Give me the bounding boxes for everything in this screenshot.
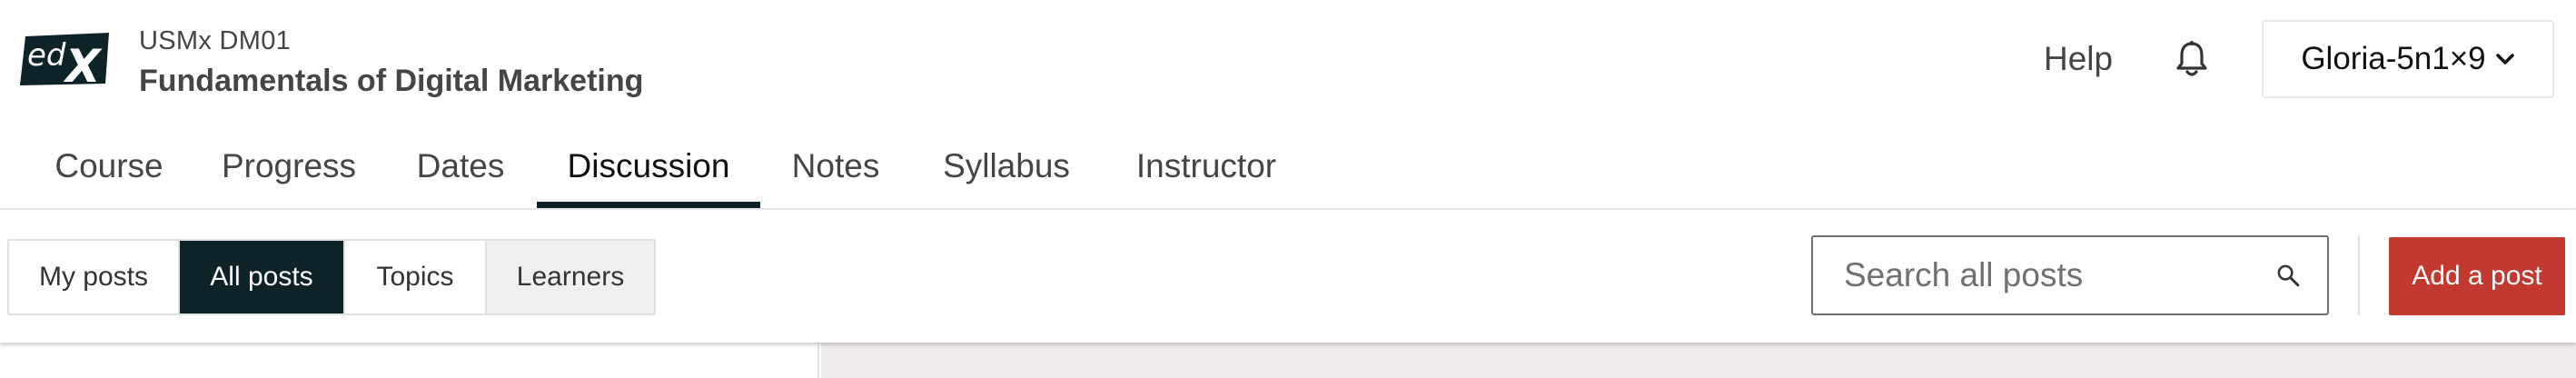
- edx-logo[interactable]: ed X: [18, 31, 113, 87]
- course-heading: USMx DM01 Fundamentals of Digital Market…: [139, 24, 643, 102]
- add-post-button[interactable]: Add a post: [2389, 237, 2565, 315]
- user-menu-button[interactable]: Gloria-5n1×9: [2262, 20, 2554, 98]
- user-name: Gloria-5n1×9: [2301, 41, 2486, 76]
- post-filter-group: My posts All posts Topics Learners: [7, 239, 656, 315]
- tab-notes[interactable]: Notes: [777, 136, 895, 209]
- search-icon[interactable]: [2276, 259, 2300, 292]
- course-tabs: Course Progress Dates Discussion Notes S…: [0, 136, 2576, 209]
- toolbar-divider: [2358, 235, 2360, 315]
- search-box: [1811, 235, 2329, 315]
- all-posts-button[interactable]: All posts: [180, 241, 345, 313]
- topics-button[interactable]: Topics: [345, 241, 487, 313]
- bell-icon[interactable]: [2175, 40, 2209, 78]
- tab-syllabus[interactable]: Syllabus: [926, 136, 1086, 209]
- discussion-subnav: My posts All posts Topics Learners Add a…: [0, 210, 2576, 343]
- tab-progress[interactable]: Progress: [202, 136, 376, 209]
- site-header: ed X USMx DM01 Fundamentals of Digital M…: [0, 0, 2576, 116]
- tab-instructor[interactable]: Instructor: [1119, 136, 1293, 209]
- search-input[interactable]: [1844, 256, 2276, 294]
- my-posts-button[interactable]: My posts: [9, 241, 180, 313]
- learners-button[interactable]: Learners: [487, 241, 654, 313]
- post-content-pane: [821, 343, 2576, 378]
- svg-text:ed: ed: [27, 37, 66, 74]
- tab-dates[interactable]: Dates: [400, 136, 521, 209]
- svg-text:X: X: [63, 40, 103, 87]
- chevron-down-icon: [2495, 54, 2514, 65]
- tab-course[interactable]: Course: [27, 136, 191, 209]
- course-title: Fundamentals of Digital Marketing: [139, 64, 644, 98]
- course-org: USMx DM01: [139, 26, 292, 55]
- tab-discussion[interactable]: Discussion: [537, 136, 760, 209]
- posts-list-pane: [0, 343, 819, 378]
- help-link[interactable]: Help: [2044, 38, 2113, 80]
